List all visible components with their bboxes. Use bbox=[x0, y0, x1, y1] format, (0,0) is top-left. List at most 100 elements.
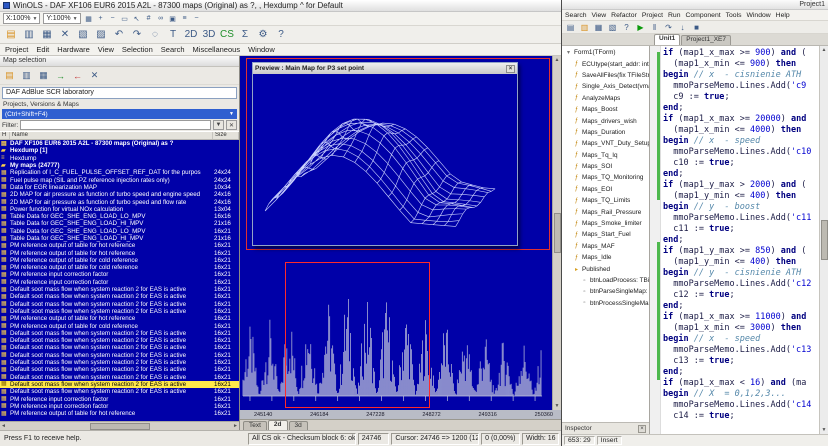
menu-item[interactable]: Miscellaneous bbox=[193, 45, 241, 54]
tree-item[interactable]: ƒ Maps_Idle bbox=[562, 252, 649, 263]
waveform-selection-rectangle[interactable] bbox=[285, 262, 430, 408]
zoom-out-icon[interactable]: − bbox=[108, 14, 118, 24]
map-list-row[interactable]: ▦ Default soot mass flow when system rea… bbox=[0, 381, 239, 388]
preview-3d-surface[interactable] bbox=[253, 74, 517, 245]
tree-item[interactable]: ƒ SaveAllFiles(fix TFileStream bbox=[562, 70, 649, 81]
menu-item[interactable]: Search bbox=[565, 12, 587, 19]
map-list-row[interactable]: ▦ Fuel pulse map (SIL and PZ reference i… bbox=[0, 176, 239, 183]
code-line[interactable]: (map1_y_min <= 400) then bbox=[663, 191, 819, 202]
cursor-icon[interactable]: ↖ bbox=[132, 14, 142, 24]
ruler-icon[interactable]: # bbox=[144, 14, 154, 24]
map-list-row[interactable]: ▦ Data for EGR linearization MAP 10x34 bbox=[0, 184, 239, 191]
new-icon[interactable]: ▤ bbox=[565, 22, 576, 33]
code-editor[interactable]: if (map1_x_max >= 900) and ( (map1_x_min… bbox=[650, 46, 828, 434]
save-icon[interactable]: ▥ bbox=[22, 28, 36, 42]
scrollbar-thumb[interactable] bbox=[554, 213, 561, 253]
zoom-x-combo[interactable]: X:100% ▼ bbox=[3, 13, 40, 24]
view-tab[interactable]: Text bbox=[243, 421, 267, 430]
map-list-row[interactable]: ▦ Table Data for GEC_SHE_ENG_LOAD_LO_MPV… bbox=[0, 213, 239, 220]
code-line[interactable]: end; bbox=[663, 235, 819, 246]
code-line[interactable]: c11 := true; bbox=[663, 224, 819, 235]
code-line[interactable]: if (map1_x_max >= 11000) and bbox=[663, 312, 819, 323]
close-icon[interactable]: × bbox=[506, 65, 515, 73]
view-tab[interactable]: 3d bbox=[289, 421, 308, 430]
map-list-row[interactable]: ▦ PM reference output of table for cold … bbox=[0, 257, 239, 264]
export-icon[interactable]: ← bbox=[71, 69, 84, 82]
view-3d-icon[interactable]: 3D bbox=[202, 28, 216, 42]
code-line[interactable]: (map1_y_min <= 400) then bbox=[663, 257, 819, 268]
print-icon[interactable]: ▦ bbox=[37, 69, 50, 82]
tree-item[interactable]: ▫ btnParseSingleMap: TBi bbox=[562, 286, 649, 297]
map-list-row[interactable]: ▰ My maps (24777) bbox=[0, 162, 239, 169]
scroll-left-arrow-icon[interactable]: ◄ bbox=[1, 423, 6, 429]
fit-view-icon[interactable]: ▭ bbox=[120, 14, 130, 24]
grid-icon[interactable]: ▦ bbox=[84, 14, 94, 24]
map-list-row[interactable]: ▦ Default soot mass flow when system rea… bbox=[0, 388, 239, 395]
paste-icon[interactable]: ▨ bbox=[94, 28, 108, 42]
help-icon[interactable]: ? bbox=[274, 28, 288, 42]
zoom-in-icon[interactable]: + bbox=[96, 14, 106, 24]
tree-item[interactable]: ƒ Maps_Duration bbox=[562, 127, 649, 138]
editor-vscrollbar[interactable]: ▲ ▼ bbox=[819, 46, 828, 434]
map-list-row[interactable]: ▦ PM reference output of table for hot r… bbox=[0, 242, 239, 249]
step-over-icon[interactable]: ↷ bbox=[663, 22, 674, 33]
sigma-icon[interactable]: Σ bbox=[238, 28, 252, 42]
map-list-row[interactable]: ▦ 2D MAP for air pressure as function of… bbox=[0, 198, 239, 205]
menu-item[interactable]: Tools bbox=[726, 12, 742, 19]
filter-input[interactable] bbox=[20, 120, 211, 130]
menu-item[interactable]: Edit bbox=[36, 45, 49, 54]
map-list-row[interactable]: ▦ PM reference output of table for hot r… bbox=[0, 315, 239, 322]
tree-item[interactable]: ▫ btnLoadProcess: TBitBtn bbox=[562, 275, 649, 286]
menu-item[interactable]: Component bbox=[685, 12, 720, 19]
copy-icon[interactable]: ▧ bbox=[76, 28, 90, 42]
tree-item[interactable]: ▫ btnProcessSingleMap: T bbox=[562, 298, 649, 309]
code-line[interactable]: begin // y - cisnienie ATH bbox=[663, 268, 819, 279]
map-list-row[interactable]: ▦ Table Data for GEC_SHE_ENG_LOAD_LO_MPV… bbox=[0, 228, 239, 235]
map-list-row[interactable]: ▦ Replication of I_C_FUEL_PULSE_OFFSET_R… bbox=[0, 169, 239, 176]
search-icon[interactable]: ◌ bbox=[148, 28, 162, 42]
menu-item[interactable]: Help bbox=[776, 12, 790, 19]
menu-item[interactable]: Hardware bbox=[57, 45, 90, 54]
code-text[interactable]: if (map1_x_max >= 900) and ( (map1_x_min… bbox=[661, 46, 819, 434]
code-line[interactable]: mmoParseMemo.Lines.Add('c10 bbox=[663, 147, 819, 158]
code-line[interactable]: begin // x - speed bbox=[663, 136, 819, 147]
scroll-down-arrow-icon[interactable]: ▼ bbox=[555, 403, 560, 409]
laboratory-field[interactable]: DAF AdBlue SCR laboratory bbox=[2, 87, 237, 99]
code-line[interactable]: (map1_x_min <= 900) then bbox=[663, 59, 819, 70]
scroll-down-arrow-icon[interactable]: ▼ bbox=[822, 427, 827, 433]
map-list-row[interactable]: ▦ Default soot mass flow when system rea… bbox=[0, 330, 239, 337]
checksum-icon[interactable]: CS bbox=[220, 28, 234, 42]
menu-item[interactable]: Project bbox=[5, 45, 28, 54]
map-list-row[interactable]: ▦ 2D MAP for air pressure as function of… bbox=[0, 191, 239, 198]
code-line[interactable]: if (map1_x_max >= 20000) and bbox=[663, 114, 819, 125]
code-line[interactable]: end; bbox=[663, 103, 819, 114]
code-line[interactable]: begin // y - boost bbox=[663, 202, 819, 213]
menu-item[interactable]: Project bbox=[642, 12, 663, 19]
filter-clear-button[interactable]: ✕ bbox=[226, 120, 237, 130]
map-list-row[interactable]: ▦ Default soot mass flow when system rea… bbox=[0, 359, 239, 366]
code-line[interactable]: (map1_x_min <= 3000) then bbox=[663, 323, 819, 334]
scroll-up-arrow-icon[interactable]: ▲ bbox=[822, 47, 827, 53]
tree-item[interactable]: ƒ Maps_Smoke_limiter bbox=[562, 218, 649, 229]
view-tab[interactable]: 2d bbox=[268, 420, 288, 430]
code-line[interactable]: end; bbox=[663, 367, 819, 378]
code-line[interactable]: mmoParseMemo.Lines.Add('c11 bbox=[663, 213, 819, 224]
text-view-icon[interactable]: T bbox=[166, 28, 180, 42]
code-line[interactable]: c13 := true; bbox=[663, 356, 819, 367]
close-icon[interactable]: × bbox=[638, 425, 646, 433]
map-list-row[interactable]: ▦ Default soot mass flow when system rea… bbox=[0, 286, 239, 293]
menu-item[interactable]: Window bbox=[746, 12, 770, 19]
map-list-row[interactable]: ▤ DAF XF106 EUR6 2015 A2L - 87300 maps (… bbox=[0, 140, 239, 147]
tree-item[interactable]: ƒ Maps_Rail_Pressure bbox=[562, 206, 649, 217]
print-icon[interactable]: ▦ bbox=[40, 28, 54, 42]
hexdump-vscrollbar[interactable]: ▲ ▼ bbox=[552, 56, 561, 410]
column-name[interactable]: Name bbox=[10, 132, 213, 139]
map-list-row[interactable]: ▰ Hexdump [1] bbox=[0, 147, 239, 154]
menu-item[interactable]: Selection bbox=[122, 45, 153, 54]
delete-icon[interactable]: ✕ bbox=[88, 69, 101, 82]
map-list-row[interactable]: ▦ PM reference input correction factor 1… bbox=[0, 403, 239, 410]
map-list-row[interactable]: ▦ Default soot mass flow when system rea… bbox=[0, 344, 239, 351]
map-list-row[interactable]: ▦ Table Data for GEC_SHE_ENG_LOAD_HI_MPV… bbox=[0, 220, 239, 227]
map-list-row[interactable]: ▦ PM reference output of table for cold … bbox=[0, 322, 239, 329]
editor-tab[interactable]: Unit1 bbox=[654, 34, 680, 45]
